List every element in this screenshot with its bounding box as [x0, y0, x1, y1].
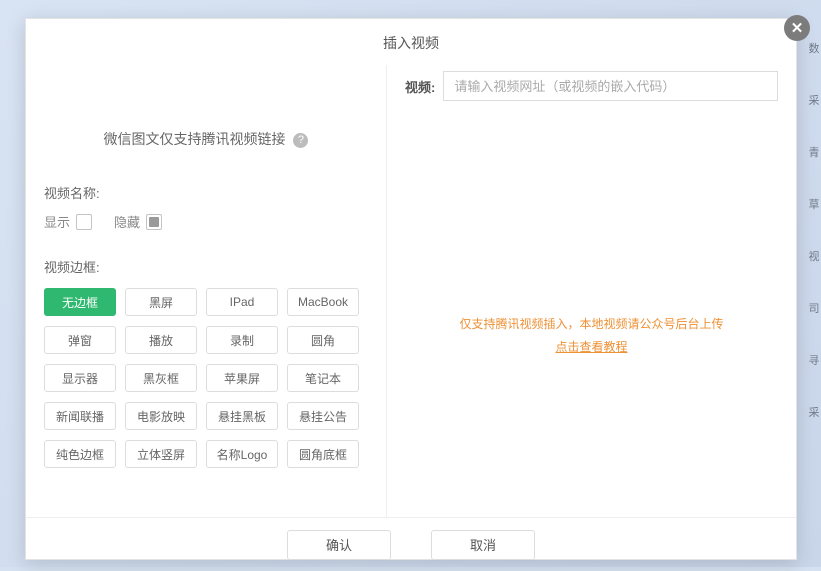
side-tabs: 数采青草视司寻采 [807, 40, 821, 420]
left-panel: 微信图文仅支持腾讯视频链接 ? 视频名称: 显示 隐藏 视频边框: [26, 65, 386, 517]
border-option[interactable]: 显示器 [44, 364, 116, 392]
side-tab[interactable]: 采 [807, 92, 821, 108]
confirm-button[interactable]: 确认 [287, 530, 391, 560]
border-option[interactable]: 黑屏 [125, 288, 197, 316]
border-option[interactable]: 弹窗 [44, 326, 116, 354]
hide-name-toggle[interactable]: 隐藏 [114, 212, 162, 231]
side-tab[interactable]: 数 [807, 40, 821, 56]
checkbox-icon [146, 214, 162, 230]
checkbox-icon [76, 214, 92, 230]
border-option[interactable]: 笔记本 [287, 364, 359, 392]
border-option[interactable]: 圆角 [287, 326, 359, 354]
video-url-input[interactable] [443, 71, 778, 101]
border-option[interactable]: MacBook [287, 288, 359, 316]
border-option[interactable]: 播放 [125, 326, 197, 354]
video-url-label: 视频: [405, 77, 435, 96]
video-name-section: 视频名称: 显示 隐藏 [44, 183, 368, 231]
video-border-section: 视频边框: 无边框黑屏 IPad MacBook 弹窗播放录制圆角显示器黑灰框苹果屏笔… [44, 257, 368, 468]
video-name-label: 视频名称: [44, 183, 368, 202]
video-border-label: 视频边框: [44, 257, 368, 276]
border-option[interactable]: 名称Logo [206, 440, 278, 468]
side-tab[interactable]: 视 [807, 248, 821, 264]
border-option[interactable]: 新闻联播 [44, 402, 116, 430]
border-option[interactable]: 悬挂黑板 [206, 402, 278, 430]
border-option[interactable]: 圆角底框 [287, 440, 359, 468]
show-name-toggle[interactable]: 显示 [44, 212, 92, 231]
border-option[interactable]: IPad [206, 288, 278, 316]
help-icon[interactable]: ? [293, 133, 308, 148]
border-option[interactable]: 苹果屏 [206, 364, 278, 392]
tutorial-link[interactable]: 点击查看教程 [555, 340, 627, 354]
side-tab[interactable]: 青 [807, 144, 821, 160]
right-panel: 视频: 仅支持腾讯视频插入，本地视频请公众号后台上传 点击查看教程 [386, 65, 796, 517]
modal-footer: 确认 取消 [26, 517, 796, 571]
side-tab[interactable]: 寻 [807, 352, 821, 368]
border-option[interactable]: 无边框 [44, 288, 116, 316]
close-icon: ✕ [791, 19, 804, 37]
border-option[interactable]: 录制 [206, 326, 278, 354]
border-option[interactable]: 纯色边框 [44, 440, 116, 468]
cancel-button[interactable]: 取消 [431, 530, 535, 560]
insert-video-modal: ✕ 插入视频 微信图文仅支持腾讯视频链接 ? 视频名称: 显示 隐藏 [25, 18, 797, 560]
border-option[interactable]: 电影放映 [125, 402, 197, 430]
border-option[interactable]: 悬挂公告 [287, 402, 359, 430]
wechat-support-tip: 微信图文仅支持腾讯视频链接 ? [44, 129, 368, 149]
border-option[interactable]: 立体竖屏 [125, 440, 197, 468]
side-tab[interactable]: 采 [807, 404, 821, 420]
border-option[interactable]: 黑灰框 [125, 364, 197, 392]
border-grid: 无边框黑屏 IPad MacBook 弹窗播放录制圆角显示器黑灰框苹果屏笔记本新闻联播… [44, 288, 368, 468]
modal-title: 插入视频 [26, 19, 796, 65]
support-message: 仅支持腾讯视频插入，本地视频请公众号后台上传 点击查看教程 [405, 313, 778, 359]
side-tab[interactable]: 司 [807, 300, 821, 316]
close-button[interactable]: ✕ [784, 15, 810, 41]
side-tab[interactable]: 草 [807, 196, 821, 212]
